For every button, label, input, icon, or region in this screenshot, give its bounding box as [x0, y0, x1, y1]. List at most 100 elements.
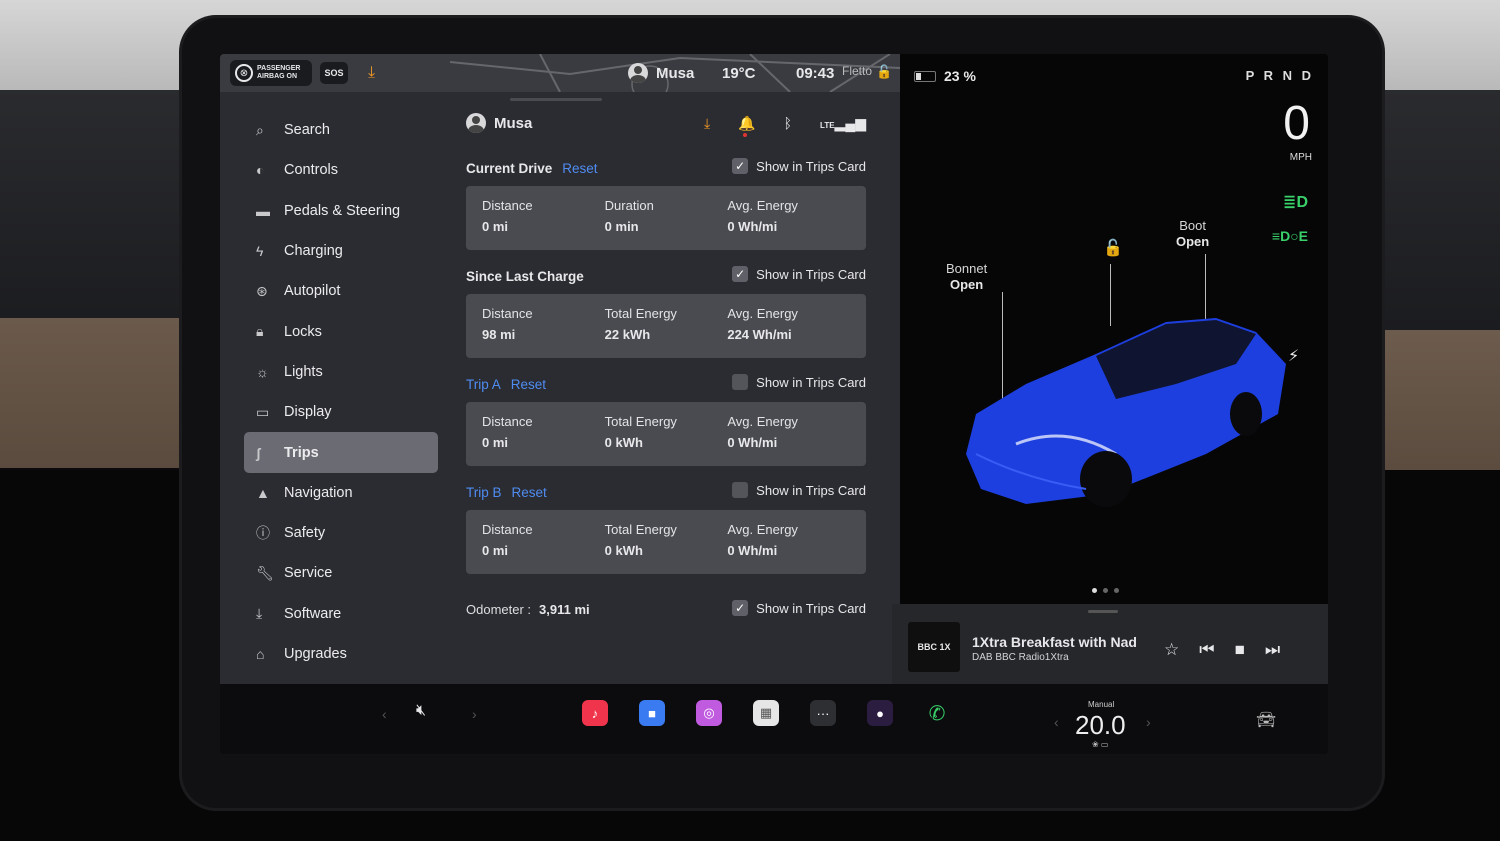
stop-icon[interactable]: ■ [1235, 640, 1245, 660]
trip-section-title[interactable]: Trip B [466, 485, 502, 500]
sidebar-item-search[interactable]: ⌕ Search [244, 110, 438, 150]
battery-percent: 23 % [944, 68, 976, 84]
lock-status-icon[interactable]: 🔓 [876, 64, 892, 80]
media-drag-handle[interactable] [1088, 610, 1118, 613]
show-in-trips-card-toggle[interactable]: ✓ Show in Trips Card [732, 158, 866, 174]
volume-mute-icon[interactable]: 🔇︎ [416, 702, 426, 720]
sidebar-item-trips[interactable]: ʃ Trips [244, 432, 438, 473]
music-app-icon[interactable]: ♪ [582, 700, 608, 726]
trip-section: Trip A Reset Show in Trips Card Distance 0 m… [466, 370, 866, 466]
panel-drag-handle[interactable] [510, 98, 602, 101]
next-track-icon[interactable]: ⏭ [1265, 640, 1280, 660]
previous-track-icon[interactable]: ⏮ [1199, 640, 1214, 660]
checkbox-checked-icon[interactable]: ✓ [732, 600, 749, 616]
trip-metric: Distance 98 mi [482, 306, 605, 346]
download-icon[interactable]: ⤓ [704, 115, 710, 132]
sidebar-item-software[interactable]: ⤓ Software [244, 594, 438, 634]
bonnet-button[interactable]: Bonnet Open [946, 261, 987, 293]
calendar-app-icon[interactable]: ▦ [753, 700, 779, 726]
reset-button[interactable]: Reset [562, 161, 597, 176]
phone-app-icon[interactable]: ✆ [924, 700, 950, 726]
temp-down-arrow-icon[interactable]: ‹ [1054, 714, 1059, 730]
trip-metric: Total Energy 0 kWh [605, 522, 728, 562]
bolt-icon: ϟ [256, 243, 264, 260]
favorite-star-icon[interactable]: ☆ [1164, 640, 1179, 660]
metric-label: Avg. Energy [727, 306, 798, 321]
volume-down-arrow-icon[interactable]: ‹ [382, 706, 387, 722]
reset-button[interactable]: Reset [512, 485, 547, 500]
sidebar-item-charging[interactable]: ϟ Charging [244, 231, 438, 271]
clock: 09:43 [796, 65, 835, 82]
sidebar-item-pedals-steering[interactable]: ▬ Pedals & Steering [244, 191, 438, 231]
bell-icon[interactable]: 🔔 [738, 115, 756, 137]
sidebar-item-lights[interactable]: ☼ Lights [244, 352, 438, 392]
metric-label: Distance [482, 522, 533, 537]
sidebar-item-label: Controls [284, 162, 338, 179]
sidebar-item-navigation[interactable]: ▲ Navigation [244, 473, 438, 513]
unlock-icon[interactable]: 🔓 [1103, 238, 1123, 258]
sos-button[interactable]: SOS [320, 62, 348, 84]
camera-app-icon[interactable]: ● [867, 700, 893, 726]
odometer-row: Odometer : 3,911 mi ✓ Show in Trips Card [466, 596, 866, 622]
charge-port-icon[interactable]: ⚡ [1288, 346, 1299, 366]
checkbox-unchecked-icon[interactable] [732, 482, 749, 498]
wood-trim-left [0, 318, 200, 468]
trips-icon: ʃ [256, 444, 261, 461]
checkbox-unchecked-icon[interactable] [732, 374, 749, 390]
temp-up-arrow-icon[interactable]: › [1146, 714, 1151, 730]
trip-metric: Duration 0 min [605, 198, 728, 238]
battery-indicator[interactable]: 23 % [914, 68, 976, 84]
show-in-trips-card-toggle[interactable]: Show in Trips Card [732, 482, 866, 498]
trip-metric: Total Energy 0 kWh [605, 414, 728, 454]
show-in-trips-card-toggle[interactable]: Show in Trips Card [732, 374, 866, 390]
lock-icon: 🔒︎ [256, 323, 264, 340]
metric-value: 0 kWh [604, 543, 643, 558]
volume-up-arrow-icon[interactable]: › [472, 706, 477, 722]
checkbox-checked-icon[interactable]: ✓ [732, 266, 749, 282]
metric-value: 98 mi [482, 327, 516, 342]
sidebar-item-locks[interactable]: 🔒︎ Locks [244, 311, 438, 351]
boot-button[interactable]: Boot Open [1176, 218, 1209, 250]
status-user[interactable]: Musa [628, 63, 694, 83]
parking-light-icon: ≡D○E [1271, 228, 1308, 244]
trip-stats-card: Distance 0 mi Total Energy 0 kWh Avg. Energy… [466, 402, 866, 466]
sidebar-item-service[interactable]: 🔧︎ Service [244, 553, 438, 593]
trip-metric: Distance 0 mi [482, 522, 605, 562]
reset-button[interactable]: Reset [511, 377, 546, 392]
trip-stats-card: Distance 0 mi Total Energy 0 kWh Avg. Energy… [466, 510, 866, 574]
trip-section-title[interactable]: Trip A [466, 377, 501, 392]
media-controls: ☆ ⏮ ■ ⏭ [1164, 640, 1280, 660]
zoom-app-icon[interactable]: ■ [639, 700, 665, 726]
sidebar-item-autopilot[interactable]: ⊛ Autopilot [244, 271, 438, 311]
signal-icon: LTE▂▄▆ [820, 115, 866, 131]
climate-temperature[interactable]: 20.0 [1075, 710, 1126, 741]
more-app-icon[interactable]: ··· [810, 700, 836, 726]
show-in-trips-card-toggle[interactable]: ✓ Show in Trips Card [732, 266, 866, 282]
download-icon[interactable]: ⤓ [368, 64, 375, 82]
sidebar-item-upgrades[interactable]: ⌂ Upgrades [244, 634, 438, 674]
bluetooth-icon[interactable]: ᛒ [784, 115, 792, 132]
bag-icon: ⌂ [256, 646, 265, 662]
sidebar-item-label: Lights [284, 363, 323, 380]
steering-wheel-icon: ⊛ [256, 282, 268, 299]
car-icon: ▬ [256, 202, 270, 219]
sidebar-item-label: Trips [284, 444, 319, 461]
trip-stats-card: Distance 98 mi Total Energy 22 kWh Avg. Ener… [466, 294, 866, 358]
profile-button[interactable]: Musa [466, 113, 532, 133]
podcasts-app-icon[interactable]: ◎ [696, 700, 722, 726]
checkbox-checked-icon[interactable]: ✓ [732, 158, 749, 174]
sidebar-item-controls[interactable]: ◐ Controls [244, 150, 438, 190]
profile-name: Musa [494, 114, 533, 132]
odometer-show-in-trips-card[interactable]: ✓ Show in Trips Card [732, 600, 866, 616]
trip-metric: Avg. Energy 0 Wh/mi [727, 522, 850, 562]
car-icon[interactable]: 🚘︎ [1256, 710, 1276, 730]
navigation-icon: ▲ [256, 484, 270, 501]
metric-value: 0 mi [482, 543, 509, 558]
settings-panel: ⊗ PASSENGER AIRBAG ON SOS ⤓ Musa 19°C 09… [220, 54, 900, 684]
metric-value: 0 kWh [604, 435, 643, 450]
show-label: Show in Trips Card [756, 600, 866, 616]
sidebar-item-label: Autopilot [284, 283, 341, 300]
sidebar-item-display[interactable]: ▭ Display [244, 392, 438, 432]
trip-metric: Avg. Energy 0 Wh/mi [727, 198, 850, 238]
sidebar-item-safety[interactable]: ⓘ Safety [244, 513, 438, 553]
